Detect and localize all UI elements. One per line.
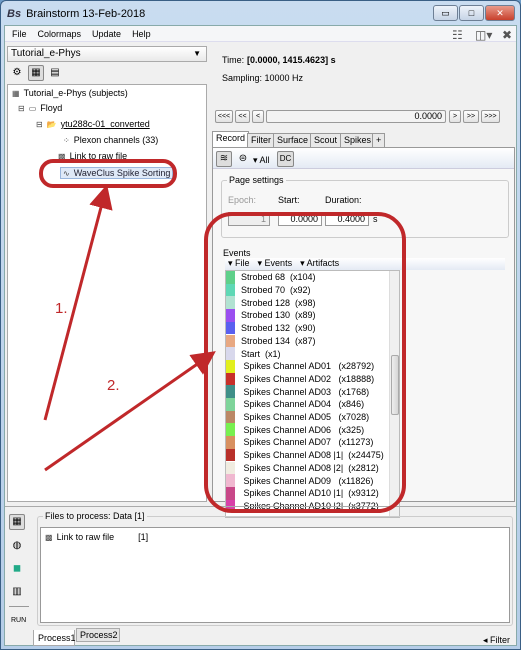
annotation-label-1: 1. xyxy=(55,300,68,317)
arrow-1 xyxy=(43,184,113,421)
annotation-arrows xyxy=(43,184,216,472)
arrow-2 xyxy=(44,351,216,472)
annotation-label-2: 2. xyxy=(107,377,120,394)
